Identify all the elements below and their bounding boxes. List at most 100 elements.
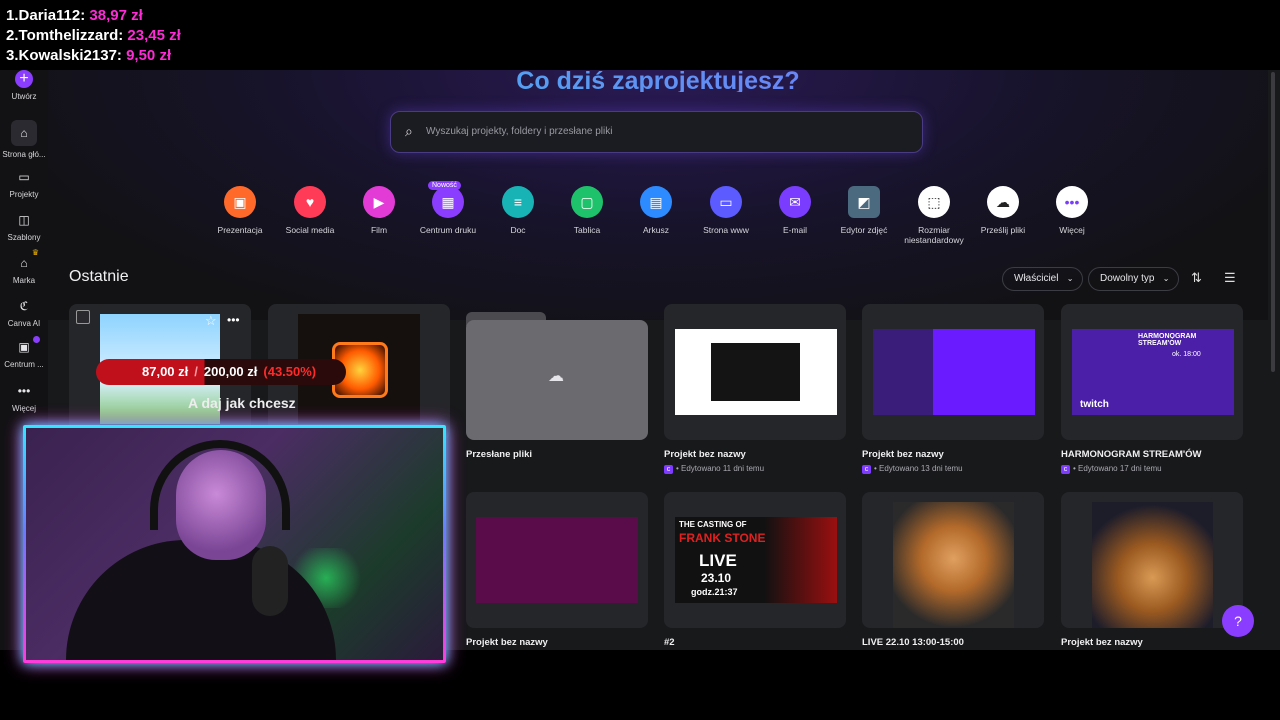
type-filter[interactable]: Dowolny typ ⌄ <box>1088 267 1180 291</box>
category-label: Prześlij pliki <box>980 225 1026 235</box>
thumbnail-text: THE CASTING OF <box>679 520 747 529</box>
card-subtitle: c • Edytowano 13 dni temu <box>862 464 963 474</box>
canva-icon: c <box>664 465 673 474</box>
uploads-folder[interactable]: ☁ <box>466 312 648 440</box>
category-email[interactable]: ✉ E-mail <box>755 186 835 235</box>
category-label: Edytor zdjęć <box>840 225 888 235</box>
category-sheet[interactable]: ▤ Arkusz <box>616 186 696 235</box>
sidebar-item-create[interactable]: + Utwórz <box>0 70 48 101</box>
design-thumbnail <box>893 502 1014 628</box>
category-social-media[interactable]: ♥ Social media <box>270 186 350 235</box>
thumbnail-text: HARMONOGRAM STREAM'ÓW <box>1138 333 1197 347</box>
star-icon[interactable]: ☆ <box>205 313 217 329</box>
page-title: Co dziś zaprojektujesz? <box>48 70 1268 94</box>
design-card-unnamed-1[interactable] <box>664 304 846 440</box>
category-label: Więcej <box>1059 225 1085 235</box>
category-doc[interactable]: ≡ Doc <box>478 186 558 235</box>
category-label: Arkusz <box>643 225 669 235</box>
sidebar-item-projects[interactable]: ▭ Projekty <box>0 168 48 199</box>
sidebar-item-home[interactable]: ⌂ Strona głó... <box>0 120 48 159</box>
recent-title: Ostatnie <box>69 268 129 285</box>
category-label: Prezentacja <box>217 225 263 235</box>
sidebar-item-label: Utwórz <box>11 92 37 101</box>
whiteboard-icon: ▢ <box>571 186 603 218</box>
design-card-unnamed-4[interactable] <box>1061 492 1243 628</box>
sidebar-item-print[interactable]: ▣ Centrum ... <box>0 336 48 369</box>
card-title: HARMONOGRAM STREAM'ÓW <box>1061 449 1202 460</box>
design-card-unnamed-3[interactable] <box>466 492 648 628</box>
video-icon: ▶ <box>363 186 395 218</box>
chevron-down-icon: ⌄ <box>1066 274 1074 283</box>
sort-icon[interactable]: ⇅ <box>1191 270 1202 286</box>
list-view-icon[interactable]: ☰ <box>1224 270 1236 286</box>
category-label: Centrum druku <box>419 225 477 235</box>
crown-icon: ♛ <box>31 248 39 257</box>
category-more[interactable]: ••• Więcej <box>1032 186 1112 235</box>
card-subtitle: c • Edytowano 17 dni temu <box>1061 464 1162 474</box>
card-title: Projekt bez nazwy <box>466 637 548 648</box>
owner-filter[interactable]: Właściciel ⌄ <box>1002 267 1084 291</box>
design-thumbnail: HARMONOGRAM STREAM'ÓW ok. 18:00 twitch <box>1072 329 1234 415</box>
design-card-unnamed-2[interactable] <box>862 304 1044 440</box>
sidebar-item-more[interactable]: ••• Więcej <box>0 382 48 413</box>
category-upload[interactable]: ☁ Prześlij pliki <box>963 186 1043 235</box>
chevron-down-icon: ⌄ <box>1162 274 1170 283</box>
notification-dot <box>33 336 40 343</box>
design-card-live[interactable] <box>862 492 1044 628</box>
design-card-harmonogram[interactable]: HARMONOGRAM STREAM'ÓW ok. 18:00 twitch <box>1061 304 1243 440</box>
category-label: E-mail <box>782 225 808 235</box>
category-photo-editor[interactable]: ◩ Edytor zdjęć <box>824 186 904 235</box>
category-label: Tablica <box>573 225 601 235</box>
sidebar-item-brand[interactable]: ♛ ⌂ Marka <box>0 248 48 285</box>
category-label: Social media <box>285 225 335 235</box>
microphone <box>252 546 288 616</box>
sidebar-item-label: Canva AI <box>7 319 41 328</box>
donation-goal-text: 87,00 zł / 200,00 zł (43.50%) <box>142 364 316 379</box>
print-icon: ▣ <box>18 340 30 354</box>
card-title: Projekt bez nazwy <box>862 449 944 460</box>
folder-icon: ▭ <box>18 170 30 184</box>
sidebar-item-templates[interactable]: ◫ Szablony <box>0 211 48 242</box>
category-print-center[interactable]: Nowość ▦ Centrum druku <box>408 181 488 235</box>
sidebar-item-canva-ai[interactable]: ℭ Canva AI <box>0 297 48 328</box>
filter-label: Właściciel <box>1014 273 1059 284</box>
brand-icon: ⌂ <box>20 256 28 270</box>
leaderboard-row: 1.Daria112: 38,97 zł <box>6 7 143 24</box>
search-input[interactable]: ⌕ Wyszukaj projekty, foldery i przesłane… <box>390 111 923 153</box>
select-checkbox[interactable] <box>76 310 90 324</box>
thumbnail-text: LIVE <box>699 551 737 570</box>
home-icon: ⌂ <box>11 120 37 146</box>
category-presentation[interactable]: ▣ Prezentacja <box>200 186 280 235</box>
thumbnail-text: 23.10 <box>701 571 732 585</box>
card-title: Projekt bez nazwy <box>1061 637 1143 648</box>
card-title: #2 <box>664 637 675 648</box>
website-icon: ▭ <box>710 186 742 218</box>
photo-icon: ◩ <box>848 186 880 218</box>
donation-goal: 200,00 zł <box>203 364 258 379</box>
scrollbar-thumb[interactable] <box>1271 72 1275 372</box>
category-website[interactable]: ▭ Strona www <box>686 186 766 235</box>
heart-icon: ♥ <box>294 186 326 218</box>
sidebar-item-label: Marka <box>12 276 36 285</box>
card-title: Przesłane pliki <box>466 449 533 460</box>
design-card-2[interactable]: THE CASTING OF FRANK STONE LIVE 23.10 go… <box>664 492 846 628</box>
design-thumbnail <box>476 517 638 603</box>
canva-icon: c <box>862 465 871 474</box>
sidebar-item-label: Więcej <box>11 404 36 413</box>
thumbnail-text: twitch <box>1080 399 1109 410</box>
category-label: Strona www <box>703 225 749 235</box>
search-placeholder: Wyszukaj projekty, foldery i przesłane p… <box>426 126 613 137</box>
more-options-icon[interactable]: ••• <box>227 313 240 327</box>
category-film[interactable]: ▶ Film <box>339 186 419 235</box>
canva-icon: c <box>1061 465 1070 474</box>
upload-cloud-icon: ☁ <box>548 368 564 385</box>
presentation-icon: ▣ <box>224 186 256 218</box>
scrollbar[interactable] <box>1270 70 1276 650</box>
more-icon: ••• <box>17 384 31 398</box>
help-button[interactable]: ? <box>1222 605 1254 637</box>
category-label: Rozmiar niestandardowy <box>904 225 964 245</box>
category-whiteboard[interactable]: ▢ Tablica <box>547 186 627 235</box>
category-custom-size[interactable]: ⬚ Rozmiar niestandardowy <box>894 186 974 245</box>
sidebar-item-label: Szablony <box>7 233 41 242</box>
sidebar-item-label: Centrum ... <box>4 360 44 369</box>
